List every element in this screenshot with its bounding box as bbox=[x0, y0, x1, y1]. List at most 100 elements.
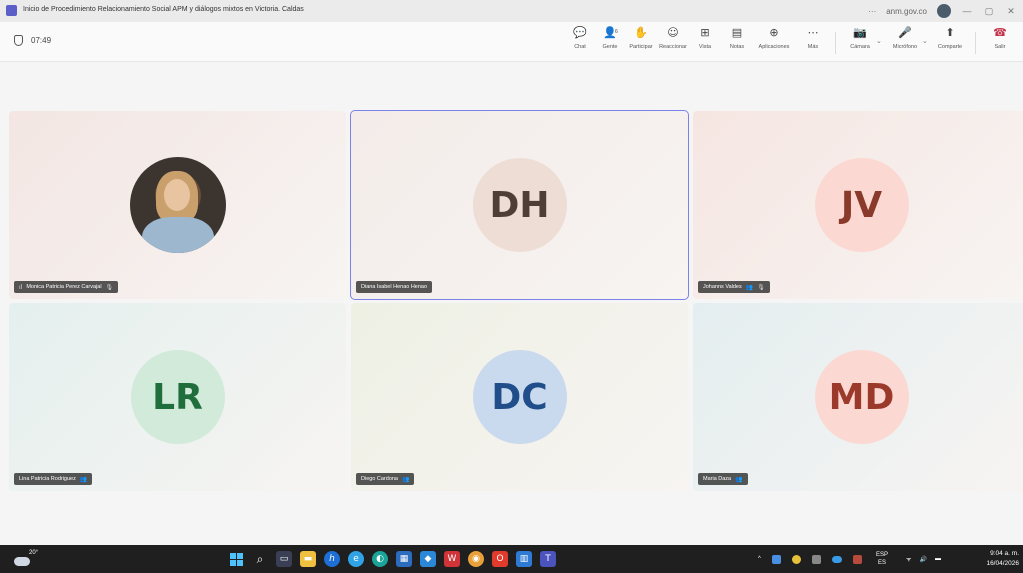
participant-name: Lina Patricia Rodriguez bbox=[19, 476, 76, 482]
participant-nametag: Johanns Valdes 👥 🎙 bbox=[698, 281, 770, 293]
participant-name: Maria Daza bbox=[703, 476, 732, 482]
camera-off-icon: 📷 bbox=[853, 26, 867, 39]
participant-nametag: ıl Monica Patricia Perez Carvajal 🎙 bbox=[14, 281, 119, 293]
task-view-icon[interactable]: ▭ bbox=[276, 551, 292, 567]
view-button[interactable]: ⊞ Vista bbox=[688, 26, 722, 50]
shield-icon bbox=[14, 35, 23, 46]
teams-icon[interactable]: T bbox=[540, 551, 556, 567]
window-title: Inicio de Procedimiento Relacionamiento … bbox=[23, 6, 304, 13]
more-icon: ⋯ bbox=[807, 26, 819, 39]
participant-avatar: DH bbox=[472, 158, 567, 252]
copilot-icon[interactable]: ◐ bbox=[372, 551, 388, 567]
camera-button[interactable]: 📷 Cámara bbox=[843, 26, 877, 50]
grid-icon: ⊞ bbox=[700, 26, 710, 39]
taskbar-clock[interactable]: 9:04 a. m. 16/04/2026 bbox=[986, 549, 1019, 569]
camera-options-chevron-icon[interactable]: ⌄ bbox=[876, 37, 882, 45]
clock-date: 16/04/2026 bbox=[986, 560, 1019, 567]
mic-button[interactable]: 🎤 Micrófono bbox=[888, 26, 922, 50]
add-app-icon: ⊕ bbox=[769, 26, 779, 39]
account-domain[interactable]: anm.gov.co bbox=[886, 7, 927, 16]
react-button[interactable]: ☺ Reaccionar bbox=[656, 26, 690, 50]
apps-button[interactable]: ⊕ Aplicaciones bbox=[757, 26, 791, 50]
leave-button[interactable]: ☎ Salir bbox=[983, 26, 1017, 50]
share-button[interactable]: ⬆ Comparte bbox=[933, 26, 967, 50]
participant-tile[interactable]: LR Lina Patricia Rodriguez 👥 bbox=[9, 303, 346, 491]
meeting-timer: 07:49 bbox=[14, 35, 51, 46]
participant-avatar: MD bbox=[814, 350, 909, 444]
tray-overflow-chevron-icon[interactable]: ^ bbox=[758, 556, 761, 562]
edge-icon[interactable]: e bbox=[348, 551, 364, 567]
input-language[interactable]: ESP ES bbox=[876, 545, 888, 573]
mic-muted-tray-icon[interactable] bbox=[852, 554, 862, 564]
participant-tile[interactable]: DC Diego Cardona 👥 bbox=[351, 303, 688, 491]
mic-muted-icon: 🎙 bbox=[105, 283, 114, 291]
hp-icon[interactable]: ℎ bbox=[324, 551, 340, 567]
battery-icon: ▬ bbox=[934, 556, 941, 562]
person-icon: 👥 bbox=[402, 475, 410, 483]
clock-time: 9:04 a. m. bbox=[990, 550, 1019, 557]
start-button[interactable] bbox=[228, 551, 244, 567]
more-button[interactable]: ⋯ Más bbox=[796, 26, 830, 50]
participant-nametag: Diego Cardona 👥 bbox=[356, 473, 415, 485]
tray-app-icon[interactable] bbox=[771, 554, 781, 564]
hand-icon: ✋ bbox=[634, 26, 648, 39]
chat-button[interactable]: 💬 Chat bbox=[563, 26, 597, 50]
participant-nametag: Diana Isabel Henao Henao bbox=[356, 281, 433, 293]
participant-photo bbox=[129, 157, 226, 253]
toolbar-divider bbox=[835, 32, 836, 54]
participant-avatar: DC bbox=[472, 350, 567, 444]
participant-name: Diego Cardona bbox=[361, 476, 398, 482]
minimize-button[interactable]: — bbox=[961, 6, 973, 16]
participant-avatar: JV bbox=[814, 158, 909, 252]
chrome-icon[interactable]: ◉ bbox=[468, 551, 484, 567]
mic-options-chevron-icon[interactable]: ⌄ bbox=[922, 37, 928, 45]
store-icon[interactable]: ◆ bbox=[420, 551, 436, 567]
people-count: 6 bbox=[615, 29, 618, 35]
participant-tile[interactable]: MD Maria Daza 👥 bbox=[693, 303, 1023, 491]
participant-name: Monica Patricia Perez Carvajal bbox=[26, 284, 102, 290]
opera-icon[interactable]: O bbox=[492, 551, 508, 567]
search-icon[interactable]: ⌕ bbox=[252, 551, 268, 567]
taskbar: 20° ⌕ ▭ ▬ ℎ e ◐ ▦ ◆ W ◉ O ▥ T ^ ESP ES ᯤ… bbox=[0, 545, 1023, 573]
office-icon[interactable]: W bbox=[444, 551, 460, 567]
weather-widget[interactable]: 20° bbox=[12, 550, 40, 568]
file-explorer-icon[interactable]: ▬ bbox=[300, 551, 316, 567]
toolbar-divider bbox=[975, 32, 976, 54]
cloud-icon bbox=[14, 557, 30, 566]
person-icon: 👥 bbox=[745, 283, 754, 291]
restore-button[interactable]: ▢ bbox=[983, 6, 995, 17]
teams-app-icon bbox=[6, 5, 17, 16]
participant-name: Johanns Valdes bbox=[703, 284, 742, 290]
participant-nametag: Lina Patricia Rodriguez 👥 bbox=[14, 473, 93, 485]
mic-muted-icon: 🎙 bbox=[757, 283, 765, 291]
account-avatar[interactable] bbox=[937, 4, 951, 18]
onedrive-icon[interactable] bbox=[831, 555, 842, 563]
raise-hand-button[interactable]: ✋ Participar bbox=[624, 26, 658, 50]
close-button[interactable]: ✕ bbox=[1005, 6, 1017, 17]
elapsed-time: 07:49 bbox=[31, 36, 52, 45]
participant-tile[interactable]: DH Diana Isabel Henao Henao bbox=[350, 110, 689, 300]
tray-app-icon[interactable] bbox=[791, 554, 801, 564]
smiley-icon: ☺ bbox=[667, 26, 679, 39]
notes-icon: ▤ bbox=[731, 26, 743, 39]
signal-bars-icon: ıl bbox=[19, 283, 23, 291]
participant-tile[interactable]: JV Johanns Valdes 👥 🎙 bbox=[693, 111, 1023, 299]
network-volume-battery[interactable]: ᯤ 🔊 ▬ bbox=[906, 545, 941, 573]
video-stage: ıl Monica Patricia Perez Carvajal 🎙 DH D… bbox=[0, 62, 1023, 545]
volume-icon: 🔊 bbox=[919, 556, 927, 563]
chat-icon: 💬 bbox=[573, 26, 587, 39]
title-overflow-button[interactable]: ··· bbox=[868, 7, 876, 16]
system-tray: ^ bbox=[758, 545, 862, 573]
participant-name: Diana Isabel Henao Henao bbox=[361, 284, 428, 290]
people-button[interactable]: 👤 6 Gente bbox=[593, 26, 627, 50]
hang-up-icon: ☎ bbox=[993, 26, 1007, 39]
calendar-icon[interactable]: ▦ bbox=[396, 551, 412, 567]
tray-app-icon[interactable] bbox=[811, 554, 821, 564]
meeting-toolbar: 07:49 💬 Chat 👤 6 Gente ✋ Participar ☺ Re… bbox=[0, 22, 1023, 62]
mic-off-icon: 🎤 bbox=[898, 26, 912, 39]
outlook-icon[interactable]: ▥ bbox=[516, 551, 532, 567]
share-icon: ⬆ bbox=[945, 26, 955, 39]
notes-button[interactable]: ▤ Notas bbox=[720, 26, 754, 50]
person-icon: 👥 bbox=[735, 475, 743, 483]
participant-tile[interactable]: ıl Monica Patricia Perez Carvajal 🎙 bbox=[9, 111, 346, 299]
